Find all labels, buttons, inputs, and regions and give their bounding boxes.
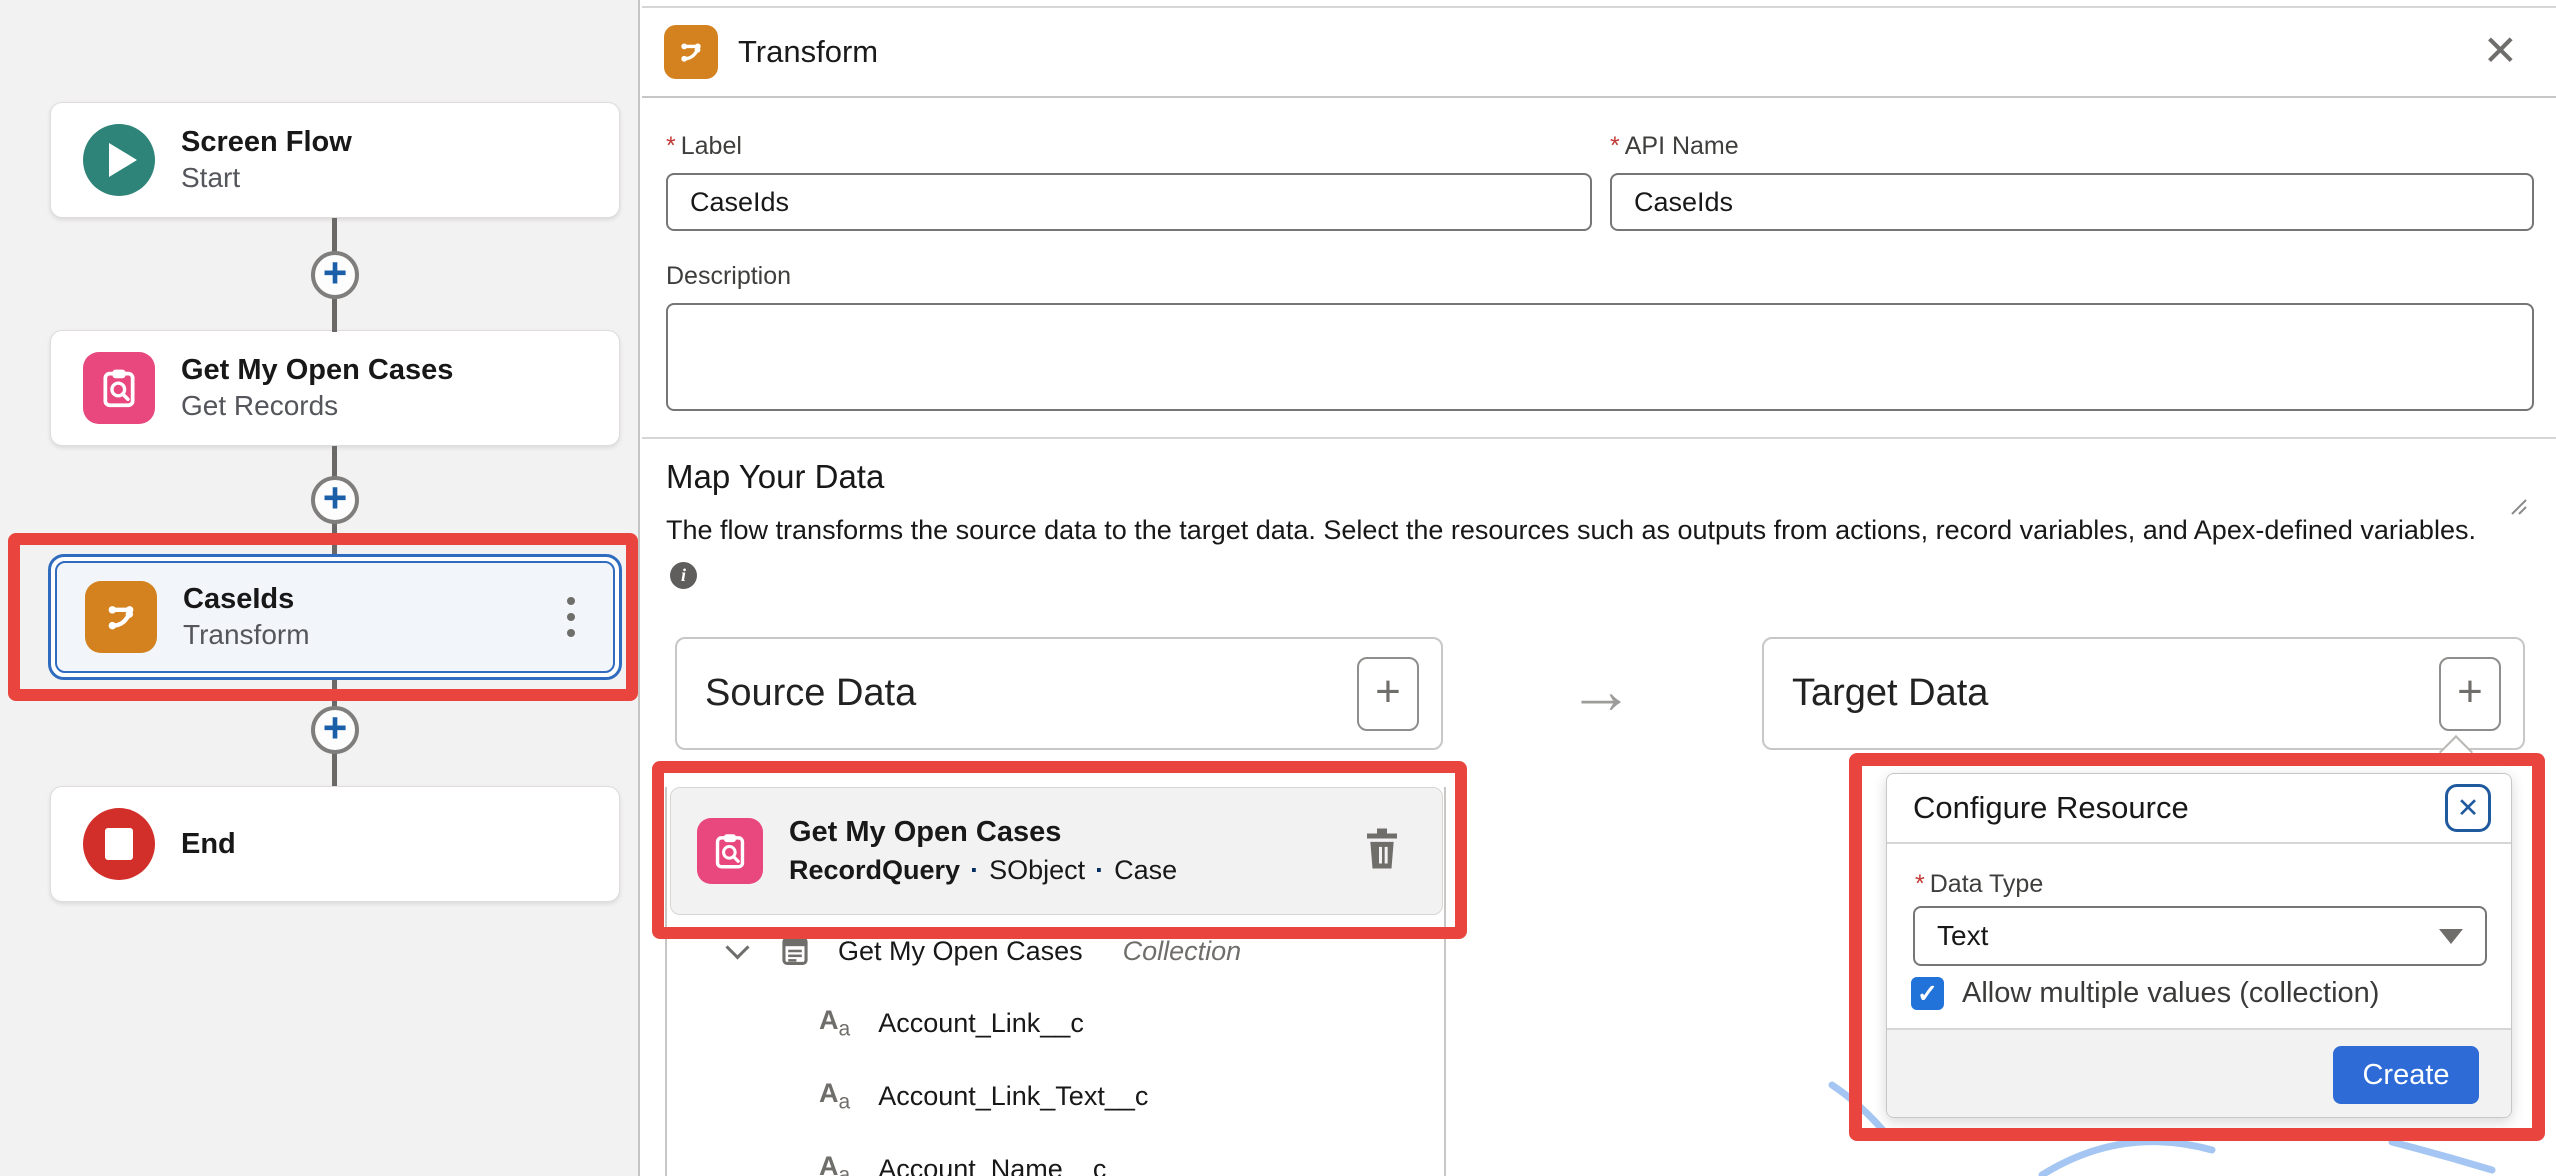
text-type-icon: Aa [819, 1078, 850, 1114]
target-data-title: Target Data [1792, 672, 1988, 715]
tree-field-row[interactable]: Aa Account_Name__c [819, 1151, 1106, 1176]
source-item-title: Get My Open Cases [789, 814, 1177, 852]
node-title: End [181, 826, 236, 862]
add-target-data-button[interactable]: + [2439, 657, 2501, 731]
data-type-dropdown[interactable]: Text [1913, 906, 2487, 966]
play-icon [109, 143, 137, 177]
section-divider [642, 437, 2556, 439]
label-input[interactable] [666, 173, 1592, 231]
node-end[interactable]: End [50, 786, 620, 902]
info-icon[interactable]: i [670, 562, 697, 589]
required-mark: * [666, 132, 676, 160]
transform-glyph-icon [98, 594, 144, 640]
delete-source-button[interactable] [1362, 827, 1402, 876]
required-mark: * [1610, 132, 1620, 160]
description-field-group: Description [666, 262, 2534, 416]
source-to-target-arrow-icon: → [1568, 652, 1634, 728]
description-textarea[interactable] [666, 303, 2534, 411]
panel-header: Transform ✕ [642, 8, 2556, 98]
tree-root-label: Get My Open Cases [838, 936, 1083, 967]
target-data-panel: Target Data + [1762, 637, 2525, 750]
clipboard-search-icon [96, 365, 142, 411]
popup-title: Configure Resource [1913, 790, 2189, 826]
data-type-label: *Data Type [1915, 870, 2043, 899]
map-your-data-heading: Map Your Data [666, 458, 884, 496]
get-records-icon [83, 352, 155, 424]
trash-icon [1362, 827, 1402, 871]
node-get-records[interactable]: Get My Open Cases Get Records [50, 330, 620, 446]
tree-field-label: Account_Link__c [878, 1008, 1084, 1039]
label-field-group: *Label [666, 132, 1592, 231]
source-data-title: Source Data [705, 672, 916, 715]
node-transform-selected[interactable]: CaseIds Transform [48, 554, 622, 680]
node-subtitle: Start [181, 160, 352, 196]
panel-title: Transform [738, 34, 878, 70]
start-flow-icon [83, 124, 155, 196]
node-menu-button[interactable] [567, 597, 575, 637]
node-start[interactable]: Screen Flow Start [50, 102, 620, 218]
allow-multiple-label: Allow multiple values (collection) [1962, 977, 2379, 1010]
close-popup-button[interactable]: ✕ [2445, 784, 2491, 832]
configure-resource-popup: Configure Resource ✕ *Data Type Text ✓ A… [1886, 773, 2512, 1118]
get-records-icon [697, 818, 763, 884]
dropdown-caret-icon [2439, 929, 2463, 944]
tree-root-badge: Collection [1123, 936, 1242, 967]
label-field-label: Label [681, 132, 742, 160]
tree-field-row[interactable]: Aa Account_Link_Text__c [819, 1078, 1148, 1114]
text-type-icon: Aa [819, 1005, 850, 1041]
add-element-button[interactable]: + [311, 476, 359, 524]
node-title: CaseIds [183, 581, 310, 617]
allow-multiple-row: ✓ Allow multiple values (collection) [1911, 977, 2379, 1010]
add-element-button[interactable]: + [311, 251, 359, 299]
node-subtitle: Transform [183, 617, 310, 653]
create-button[interactable]: Create [2333, 1046, 2479, 1104]
transform-property-panel: Transform ✕ *Label *API Name Description… [642, 0, 2556, 1176]
allow-multiple-checkbox[interactable]: ✓ [1911, 977, 1944, 1010]
add-source-data-button[interactable]: + [1357, 657, 1419, 731]
resize-grip-icon[interactable] [2506, 494, 2528, 516]
node-title: Get My Open Cases [181, 352, 453, 388]
collection-icon [778, 934, 812, 968]
tree-field-row[interactable]: Aa Account_Link__c [819, 1005, 1084, 1041]
close-panel-button[interactable]: ✕ [2483, 30, 2518, 72]
transform-glyph-icon [673, 34, 709, 70]
chevron-down-icon[interactable] [725, 935, 749, 959]
end-icon [83, 808, 155, 880]
api-name-field-label: API Name [1625, 132, 1739, 160]
tree-field-label: Account_Name__c [878, 1154, 1106, 1176]
clipboard-search-icon [709, 830, 751, 872]
api-name-input[interactable] [1610, 173, 2534, 231]
stop-icon [105, 828, 133, 860]
source-item-subtitle: RecordQuery·SObject·Case [789, 852, 1177, 888]
add-element-button[interactable]: + [311, 706, 359, 754]
flow-canvas[interactable]: Screen Flow Start + Get My Open Cases Ge… [0, 0, 640, 1176]
node-title: Screen Flow [181, 124, 352, 160]
api-name-field-group: *API Name [1610, 132, 2534, 231]
data-type-value: Text [1937, 920, 1988, 952]
description-field-label: Description [666, 262, 791, 290]
text-type-icon: Aa [819, 1151, 850, 1176]
popup-header: Configure Resource ✕ [1887, 774, 2511, 844]
transform-icon [664, 25, 718, 79]
transform-icon [85, 581, 157, 653]
source-data-panel: Source Data + [675, 637, 1443, 750]
source-data-item[interactable]: Get My Open Cases RecordQuery·SObject·Ca… [670, 787, 1443, 915]
tree-root-row[interactable]: Get My Open Cases Collection [729, 934, 1241, 968]
node-subtitle: Get Records [181, 388, 453, 424]
tree-field-label: Account_Link_Text__c [878, 1081, 1148, 1112]
popup-footer: Create [1887, 1028, 2511, 1117]
map-your-data-help-text: The flow transforms the source data to t… [666, 515, 2546, 546]
flow-builder-window: Screen Flow Start + Get My Open Cases Ge… [0, 0, 2556, 1176]
